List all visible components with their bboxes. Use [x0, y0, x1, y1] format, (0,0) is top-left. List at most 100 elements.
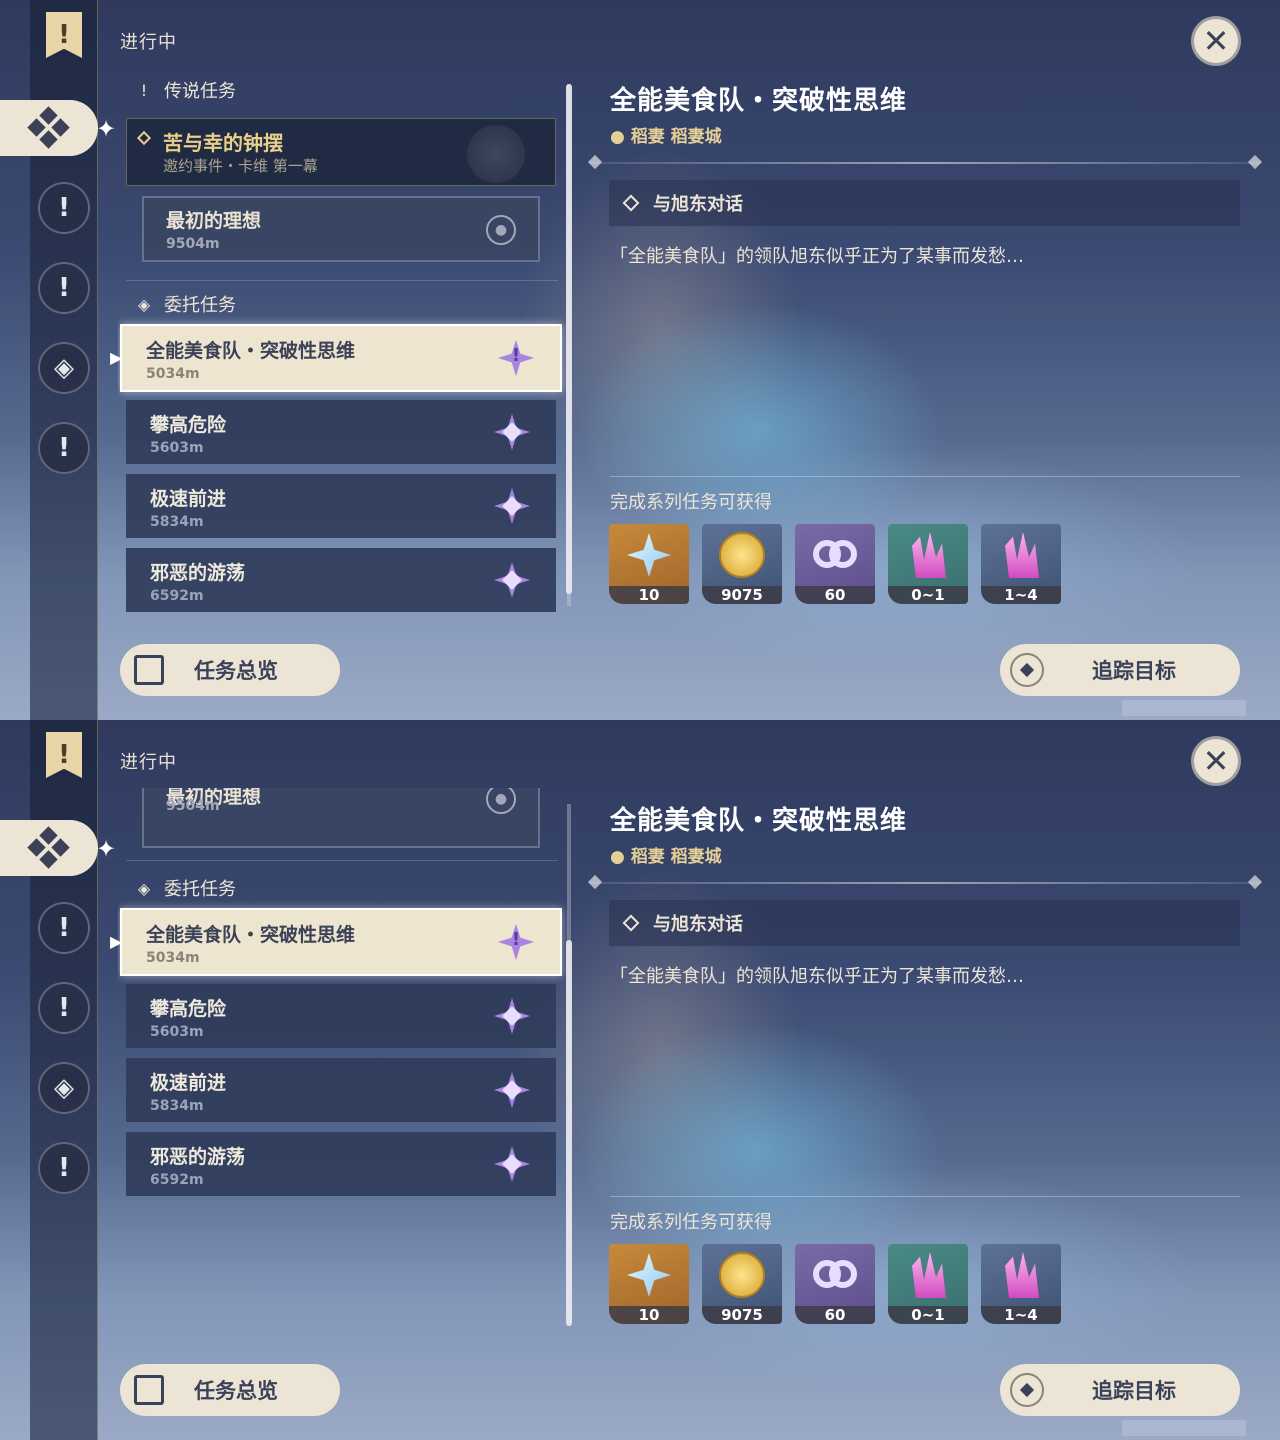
reward-item[interactable]: 0~1: [888, 524, 968, 604]
quest-item[interactable]: 邪恶的游荡 6592m: [126, 548, 556, 612]
commission-quest-icon: [494, 562, 530, 598]
status-header: 进行中: [120, 752, 177, 773]
close-icon: ✕: [1202, 742, 1230, 780]
reward-count: 9075: [702, 586, 782, 604]
commission-quest-icon: [494, 1146, 530, 1182]
detail-location: ● 稻妻 稻妻城: [610, 842, 722, 867]
commission-section-icon: ◈: [137, 294, 151, 314]
reward-count: 0~1: [888, 1306, 968, 1324]
close-button[interactable]: ✕: [1191, 736, 1241, 786]
commission-quest-icon: [494, 414, 530, 450]
reward-count: 60: [795, 1306, 875, 1324]
quest-title: 极速前进: [150, 488, 227, 510]
quest-screen-bottom: ! ✦ ! ! ◈ ! 进行中 ✕ 最初的理想 9504m ● ◈ 委托任务 全…: [0, 720, 1280, 1440]
sidebar-story-quest-icon[interactable]: !: [38, 262, 90, 314]
commission-tab-icon: [27, 106, 70, 149]
reward-count: 1~4: [981, 586, 1061, 604]
quest-distance: 5034m: [146, 950, 200, 966]
quest-title: 攀高危险: [150, 414, 227, 436]
quest-item[interactable]: 极速前进 5834m: [126, 1058, 556, 1122]
status-header: 进行中: [120, 32, 177, 53]
location-pin-icon: ●: [610, 127, 625, 147]
quest-item[interactable]: 攀高危险 5603m: [126, 400, 556, 464]
sidebar-world-quest-icon[interactable]: ◈: [38, 1062, 90, 1114]
commission-section-label: 委托任务: [164, 879, 236, 900]
objective-bar: 与旭东对话: [609, 900, 1240, 946]
quest-description: 「全能美食队」的领队旭东似乎正为了某事而发愁…: [610, 246, 1024, 267]
quest-item[interactable]: 极速前进 5834m: [126, 474, 556, 538]
bottom-hint-bar: [1122, 1420, 1246, 1436]
overview-label: 任务总览: [194, 1379, 278, 1403]
track-target-button[interactable]: 追踪目标: [1000, 1364, 1240, 1416]
quest-list[interactable]: ! 传说任务 苦与幸的钟摆 邀约事件・卡维 第一幕 最初的理想 9504m ● …: [118, 68, 568, 614]
quest-item[interactable]: 全能美食队・突破性思维 5034m !: [120, 324, 562, 392]
commission-quest-icon: !: [498, 340, 534, 376]
close-button[interactable]: ✕: [1191, 16, 1241, 66]
reward-item[interactable]: 60: [795, 1244, 875, 1324]
ore-crystal-icon: [912, 532, 946, 578]
commission-section-header: ◈ 委托任务: [136, 874, 236, 902]
quest-description: 「全能美食队」的领队旭东似乎正为了某事而发愁…: [610, 966, 1024, 987]
overview-label: 任务总览: [194, 659, 278, 683]
reward-item[interactable]: 10: [609, 524, 689, 604]
quest-distance: 6592m: [150, 588, 204, 604]
legend-subquest-card[interactable]: 最初的理想 9504m ●: [142, 196, 540, 262]
quest-overview-button[interactable]: 任务总览: [120, 1364, 340, 1416]
quest-item[interactable]: 邪恶的游荡 6592m: [126, 1132, 556, 1196]
quest-title: 邪恶的游荡: [150, 1146, 246, 1168]
location-text: 稻妻 稻妻城: [630, 127, 722, 147]
track-label: 追踪目标: [1092, 1379, 1176, 1403]
reward-item[interactable]: 10: [609, 1244, 689, 1324]
sidebar-archon-quest-icon[interactable]: !: [38, 182, 90, 234]
location-pin-icon: ●: [486, 788, 516, 814]
close-icon: ✕: [1202, 22, 1230, 60]
detail-location: ● 稻妻 稻妻城: [610, 122, 722, 147]
track-label: 追踪目标: [1092, 659, 1176, 683]
quest-item[interactable]: 全能美食队・突破性思维 5034m !: [120, 908, 562, 976]
sidebar-tab-commission[interactable]: [0, 820, 98, 876]
quest-distance: 5034m: [146, 366, 200, 382]
sidebar-world-quest-icon[interactable]: ◈: [38, 342, 90, 394]
track-icon: [1010, 653, 1044, 687]
reward-item[interactable]: 9075: [702, 1244, 782, 1324]
detail-title: 全能美食队・突破性思维: [610, 86, 908, 116]
quest-distance: 5834m: [150, 1098, 204, 1114]
sidebar-story-quest-icon[interactable]: !: [38, 982, 90, 1034]
legend-quest-card[interactable]: 苦与幸的钟摆 邀约事件・卡维 第一幕: [126, 118, 556, 186]
objective-marker-icon: [622, 914, 640, 932]
legend-section-header: ! 传说任务: [136, 76, 236, 104]
sidebar-archon-quest-icon[interactable]: !: [38, 902, 90, 954]
reward-item[interactable]: 0~1: [888, 1244, 968, 1324]
ornament-divider: [590, 162, 1260, 164]
legend-quest-subtitle: 邀约事件・卡维 第一幕: [163, 157, 318, 175]
legend-subquest-card[interactable]: 最初的理想 9504m ●: [142, 788, 540, 848]
quest-overview-button[interactable]: 任务总览: [120, 644, 340, 696]
scrollbar-thumb[interactable]: [566, 940, 572, 1326]
selection-arrow-icon: ▶: [110, 932, 123, 951]
quest-distance: 6592m: [150, 1172, 204, 1188]
reward-item[interactable]: 1~4: [981, 1244, 1061, 1324]
quest-marker-icon: [136, 130, 152, 146]
quest-item[interactable]: 攀高危险 5603m: [126, 984, 556, 1048]
track-target-button[interactable]: 追踪目标: [1000, 644, 1240, 696]
quest-book-icon: [134, 1375, 164, 1405]
scrollbar-thumb[interactable]: [566, 84, 572, 594]
sidebar-event-quest-icon[interactable]: !: [38, 1142, 90, 1194]
sidebar-tab-commission[interactable]: [0, 100, 98, 156]
reward-count: 10: [609, 1306, 689, 1324]
rewards-row: 10 9075 60 0~1 1~4: [609, 524, 1061, 604]
reward-item[interactable]: 60: [795, 524, 875, 604]
legend-quest-icon: !: [140, 80, 148, 100]
reward-item[interactable]: 9075: [702, 524, 782, 604]
quest-title: 全能美食队・突破性思维: [146, 924, 356, 946]
reward-count: 10: [609, 586, 689, 604]
quest-list[interactable]: 最初的理想 9504m ● ◈ 委托任务 全能美食队・突破性思维 5034m !…: [118, 788, 568, 1334]
quest-book-icon: [134, 655, 164, 685]
sidebar-event-quest-icon[interactable]: !: [38, 422, 90, 474]
reward-item[interactable]: 1~4: [981, 524, 1061, 604]
commission-quest-icon: [494, 1072, 530, 1108]
rewards-label: 完成系列任务可获得: [610, 1212, 772, 1233]
commission-section-header: ◈ 委托任务: [136, 290, 236, 318]
selection-arrow-icon: ▶: [110, 348, 123, 367]
primogem-icon: [627, 533, 671, 577]
